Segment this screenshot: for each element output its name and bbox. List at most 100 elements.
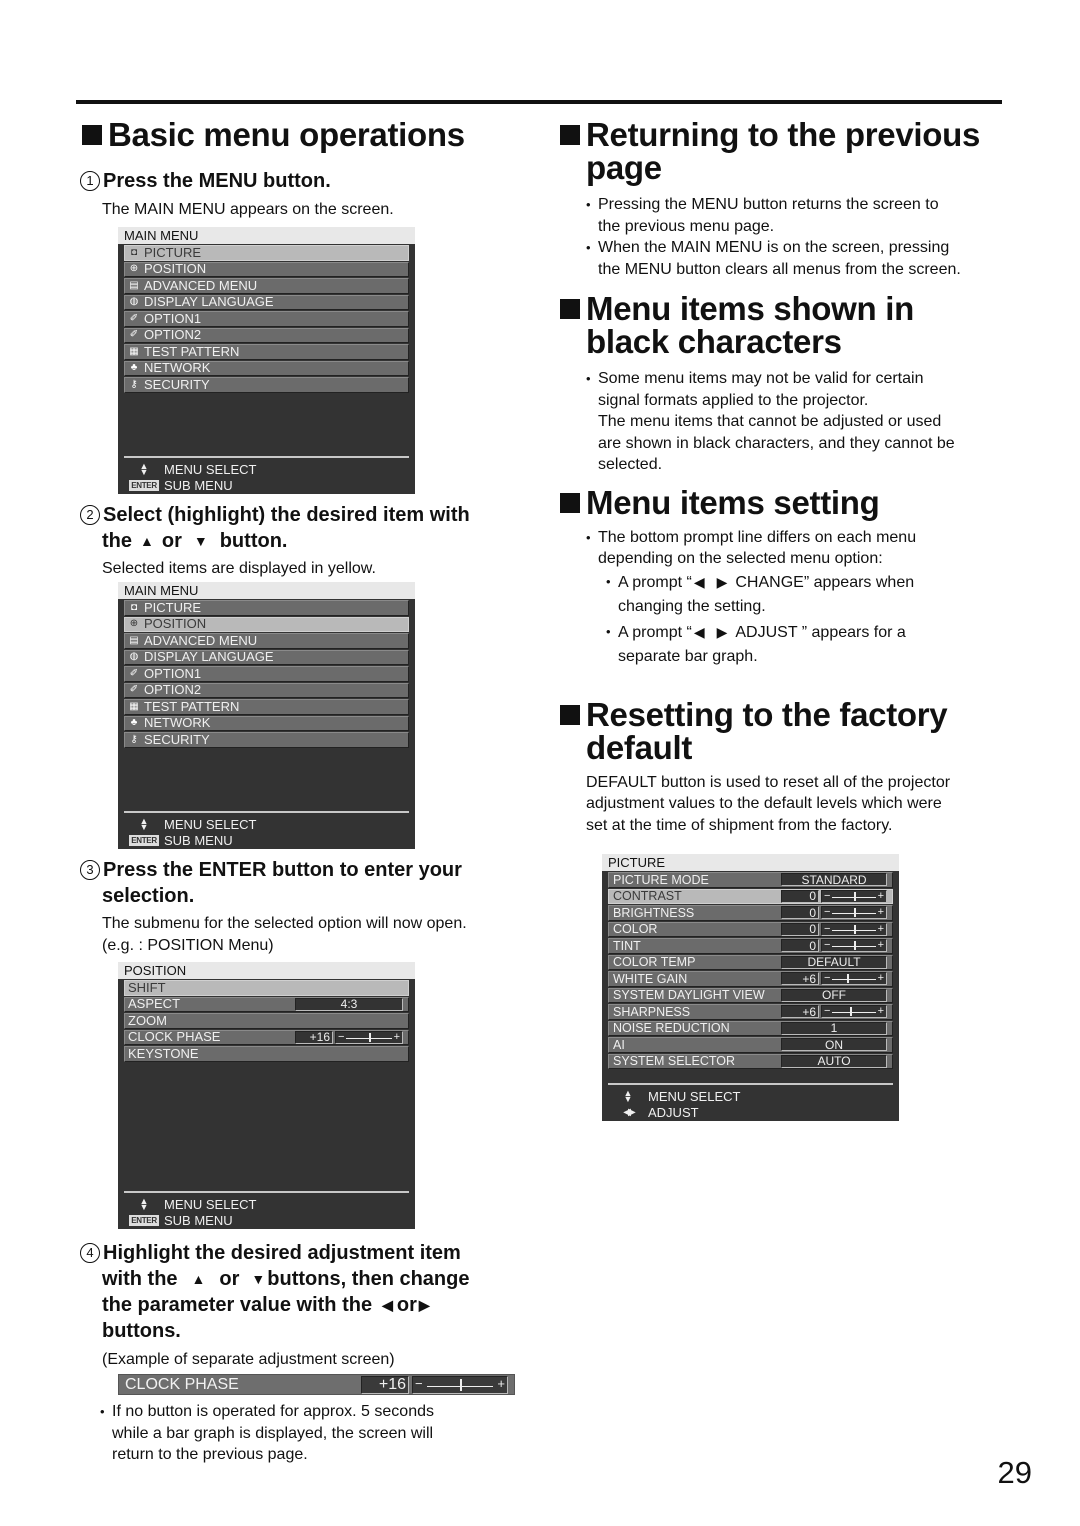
- adjust-slider[interactable]: − +: [821, 1005, 887, 1019]
- menu-item-white-gain[interactable]: WHITE GAIN +6− +: [608, 971, 893, 987]
- right-arrow-icon: ▶: [716, 573, 728, 590]
- footer-label: SUB MENU: [164, 833, 233, 849]
- section-title-setting: Menu items setting: [558, 486, 1008, 519]
- minus-icon: −: [824, 906, 831, 919]
- menu-item-display-language[interactable]: ◍ DISPLAY LANGUAGE: [124, 294, 409, 310]
- up-arrow-icon: ▲: [191, 1271, 206, 1287]
- menu-item-color-temp[interactable]: COLOR TEMP DEFAULT: [608, 954, 893, 970]
- menu-item-color[interactable]: COLOR 0− +: [608, 921, 893, 937]
- enter-icon: ENTER: [129, 480, 159, 492]
- slider-knob[interactable]: [369, 1032, 371, 1042]
- left-arrow-icon: ◀: [382, 1297, 393, 1313]
- menu-item-label: OPTION1: [144, 665, 202, 681]
- menu-item-ai[interactable]: AI ON: [608, 1037, 893, 1053]
- menu-item-label: BRIGHTNESS: [613, 905, 695, 920]
- menu-item-keystone[interactable]: KEYSTONE: [124, 1046, 409, 1062]
- square-bullet-icon: [560, 492, 580, 513]
- plus-icon: +: [877, 1005, 884, 1018]
- advanced-menu-icon: ▤: [129, 279, 139, 291]
- clock-phase-slider[interactable]: − +: [412, 1375, 508, 1394]
- right-column: Returning to the previouspage Pressing t…: [558, 118, 1008, 836]
- bullet-text: changing the setting.: [618, 598, 766, 615]
- menu-item-label: NETWORK: [144, 715, 211, 731]
- left-column: Basic menu operations 1 Press the MENU bu…: [80, 118, 530, 221]
- title-line: Resetting to the factory: [586, 695, 948, 733]
- clock-phase-label: CLOCK PHASE: [125, 1375, 239, 1393]
- step-4: 4 Highlight the desired adjustment item: [80, 1240, 530, 1266]
- adjust-slider[interactable]: − +: [821, 922, 887, 936]
- menu-item-network[interactable]: ♣ NETWORK: [124, 715, 409, 731]
- menu-item-picture[interactable]: ◘ PICTURE: [124, 600, 409, 616]
- adjust-slider[interactable]: − +: [335, 1030, 403, 1044]
- plus-icon: +: [877, 972, 884, 985]
- adjust-slider[interactable]: − +: [821, 972, 887, 986]
- plus-icon: +: [877, 922, 884, 935]
- square-bullet-icon: [82, 125, 102, 145]
- adjust-slider[interactable]: − +: [821, 906, 887, 920]
- slider-knob[interactable]: [854, 891, 856, 901]
- slider-knob[interactable]: [854, 941, 856, 951]
- menu-item-zoom[interactable]: ZOOM: [124, 1013, 409, 1029]
- menu-item-system-daylight-view[interactable]: SYSTEM DAYLIGHT VIEW OFF: [608, 987, 893, 1003]
- menu-item-label: COLOR: [613, 922, 658, 937]
- slider-knob[interactable]: [854, 908, 856, 918]
- footer-label: MENU SELECT: [164, 1196, 257, 1212]
- menu-item-contrast[interactable]: CONTRAST 0− +: [608, 888, 893, 904]
- bullet-text: are shown in black characters, and they …: [598, 434, 955, 452]
- menu-item-advanced-menu[interactable]: ▤ ADVANCED MENU: [124, 278, 409, 294]
- footer-label: MENU SELECT: [164, 816, 257, 832]
- menu-item-test-pattern[interactable]: ▦ TEST PATTERN: [124, 344, 409, 360]
- menu-item-value: 0: [781, 906, 819, 920]
- footer-label: SUB MENU: [164, 1213, 233, 1229]
- menu-item-sharpness[interactable]: SHARPNESS +6− +: [608, 1004, 893, 1020]
- menu-item-network[interactable]: ♣ NETWORK: [124, 360, 409, 376]
- slider-knob[interactable]: [460, 1378, 462, 1391]
- menu-item-display-language[interactable]: ◍ DISPLAY LANGUAGE: [124, 649, 409, 665]
- menu-item-label: OPTION2: [144, 682, 202, 698]
- menu-item-option2[interactable]: ✐ OPTION2: [124, 327, 409, 343]
- step-title: Select (highlight) the desired item with: [103, 504, 470, 526]
- minus-icon: −: [338, 1030, 345, 1043]
- menu-item-picture[interactable]: ◘ PICTURE: [124, 245, 409, 261]
- menu-item-shift[interactable]: SHIFT: [124, 980, 409, 996]
- bullet-text: The menu items that cannot be adjusted o…: [598, 413, 942, 430]
- bullet-item: Pressing the MENU button returns the scr…: [586, 194, 1008, 237]
- slider-knob[interactable]: [854, 924, 856, 934]
- bullet-text: the MENU button clears all menus from th…: [598, 260, 961, 278]
- menu-item-test-pattern[interactable]: ▦ TEST PATTERN: [124, 699, 409, 715]
- menu-item-aspect[interactable]: ASPECT 4:3: [124, 996, 409, 1012]
- section-title-text: Returning to the previous page: [586, 118, 980, 184]
- adjust-slider[interactable]: − +: [821, 889, 887, 903]
- menu-item-security[interactable]: ⚷ SECURITY: [124, 732, 409, 748]
- menu-item-tint[interactable]: TINT 0− +: [608, 938, 893, 954]
- menu-items: SHIFT ASPECT 4:3 ZOOM CLOCK PHASE +16− + KEYSTO…: [118, 979, 415, 1062]
- menu-item-label: SYSTEM SELECTOR: [613, 1054, 736, 1069]
- menu-item-option1[interactable]: ✐ OPTION1: [124, 666, 409, 682]
- up-down-icon: ▲ ▼: [139, 461, 149, 478]
- menu-item-option2[interactable]: ✐ OPTION2: [124, 682, 409, 698]
- slider-knob[interactable]: [849, 1007, 852, 1017]
- menu-item-position[interactable]: ⊕ POSITION: [124, 261, 409, 277]
- menu-item-label: CONTRAST: [613, 889, 682, 904]
- step-2-block: 2 Select (highlight) the desired item wit…: [80, 502, 530, 580]
- menu-item-advanced-menu[interactable]: ▤ ADVANCED MENU: [124, 633, 409, 649]
- menu-item-brightness[interactable]: BRIGHTNESS 0− +: [608, 905, 893, 921]
- menu-item-label: NETWORK: [144, 360, 211, 376]
- menu-item-clock-phase[interactable]: CLOCK PHASE +16− +: [124, 1029, 409, 1045]
- step-desc: The submenu for the selected option will…: [102, 915, 467, 932]
- menu-item-security[interactable]: ⚷ SECURITY: [124, 377, 409, 393]
- adjust-slider[interactable]: − +: [821, 939, 887, 953]
- left-right-icon: ◀▶: [623, 1107, 636, 1119]
- section-title-basic-menu: Basic menu operations: [80, 118, 530, 151]
- slider-knob[interactable]: [847, 974, 850, 984]
- menu-item-picture-mode[interactable]: PICTURE MODE STANDARD: [608, 872, 893, 888]
- menu-item-label: TEST PATTERN: [144, 698, 240, 714]
- menu-item-position[interactable]: ⊕ POSITION: [124, 616, 409, 632]
- menu-item-system-selector[interactable]: SYSTEM SELECTOR AUTO: [608, 1053, 893, 1069]
- minus-icon: −: [824, 939, 831, 952]
- menu-item-noise-reduction[interactable]: NOISE REDUCTION 1: [608, 1020, 893, 1036]
- osd-title: MAIN MENU: [118, 582, 415, 599]
- down-arrow-icon: ▼: [193, 533, 208, 549]
- option-icon: ✐: [129, 667, 139, 679]
- menu-item-option1[interactable]: ✐ OPTION1: [124, 311, 409, 327]
